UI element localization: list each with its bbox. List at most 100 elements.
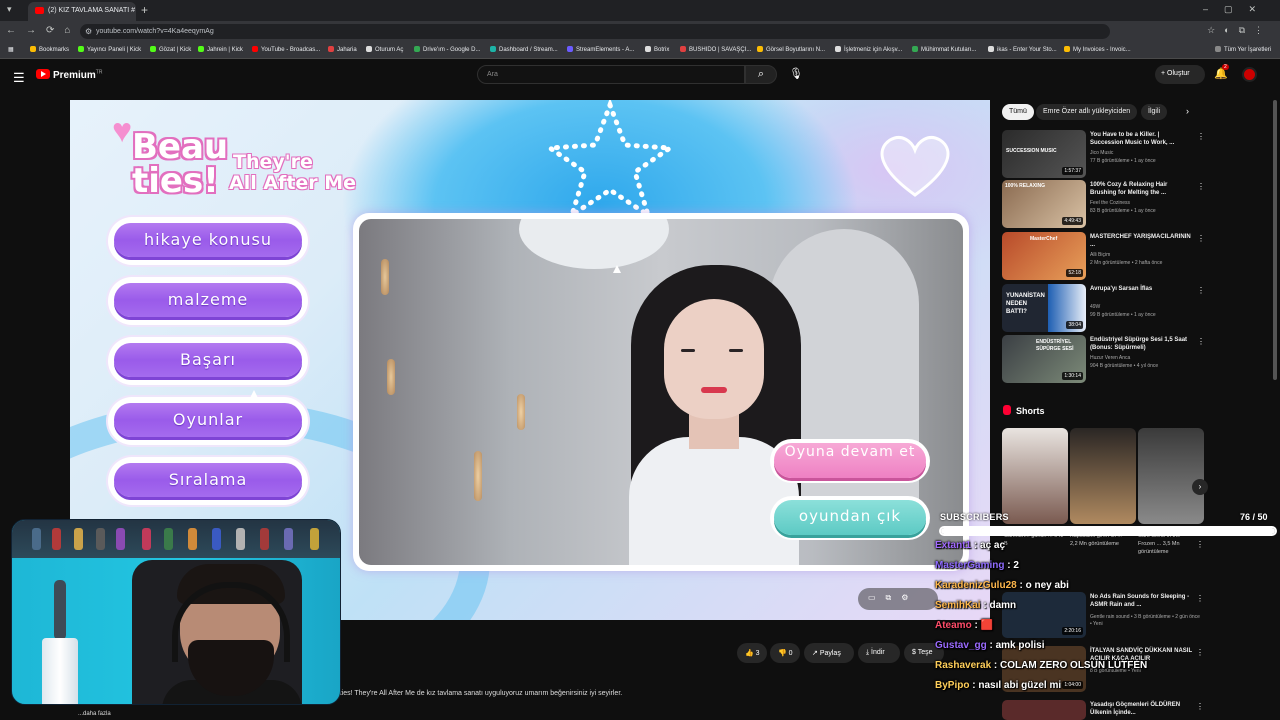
chip-related[interactable]: İlgili: [1141, 104, 1168, 120]
chat-message: Ateamo : 🟥: [935, 620, 994, 631]
share-button[interactable]: ↗ Paylaş: [804, 643, 854, 663]
more-options-icon[interactable]: ⋮: [1197, 182, 1205, 191]
bookmark-item[interactable]: Gözat | Kick: [150, 46, 191, 53]
chat-message: Extant1 : aç aç: [935, 540, 1006, 551]
subscriber-goal-count: 76 / 50: [1240, 512, 1268, 522]
youtube-play-icon: [36, 69, 50, 79]
menu-icon[interactable]: ☰: [13, 70, 25, 86]
bookmark-item[interactable]: Bookmarks: [30, 46, 69, 53]
apps-icon[interactable]: ▦: [8, 46, 14, 53]
youtube-favicon-icon: [35, 7, 44, 14]
more-options-icon[interactable]: ⋮: [1196, 702, 1204, 711]
bookmark-item[interactable]: My Invoices - Invoic...: [1064, 46, 1131, 53]
account-avatar[interactable]: [1242, 67, 1257, 82]
video-thumbnail: ENDÜSTRİYEL SÜPÜRGE SESİ 1:30:14: [1002, 335, 1086, 383]
chip-uploader[interactable]: Emre Özer adlı yükleyiciden: [1036, 104, 1138, 120]
exit-game-button[interactable]: oyundan çık: [770, 496, 930, 540]
bookmark-item[interactable]: BUSHIDO | SAVAŞÇI...: [680, 46, 751, 53]
bookmark-item[interactable]: İşletmeniz için Akışv...: [835, 46, 902, 53]
video-thumbnail: MasterChef 52:18: [1002, 232, 1086, 280]
video-thumbnail: [1002, 700, 1086, 720]
video-thumbnail: 100% RELAXING 4:49:43: [1002, 180, 1086, 228]
url-field[interactable]: ⚙ youtube.com/watch?v=4Ka4eeqymAg: [80, 24, 1110, 39]
more-options-icon[interactable]: ⋮: [1197, 286, 1205, 295]
bookmarks-bar: ▦ Bookmarks Yayıncı Paneli | Kick Gözat …: [0, 41, 1280, 59]
chat-message: Gustav_gg : amk polisi: [935, 640, 1045, 651]
mouse-cursor: [613, 265, 621, 273]
thumbs-down-icon: 👎: [778, 650, 789, 657]
menu-games-button[interactable]: Oyunlar: [108, 397, 308, 445]
bookmark-item[interactable]: Drive'ım - Google D...: [414, 46, 481, 53]
menu-achievement-button[interactable]: Başarı: [108, 337, 308, 385]
bookmark-item[interactable]: Görsel Boyutlarını N...: [757, 46, 825, 53]
chevron-right-icon[interactable]: ›: [1192, 479, 1208, 495]
notifications-icon[interactable]: 🔔 2: [1214, 64, 1229, 80]
page-scrollbar[interactable]: [1273, 100, 1277, 380]
dotted-star-decor: [542, 100, 678, 220]
short-item[interactable]: [1070, 428, 1136, 524]
menu-story-button[interactable]: hikaye konusu: [108, 217, 308, 265]
bookmark-item[interactable]: Mühimmat Kutuları...: [912, 46, 976, 53]
bookmark-item[interactable]: Botrix: [645, 46, 669, 53]
dislike-button[interactable]: 👎 0: [770, 643, 800, 663]
search-button[interactable]: ⌕: [745, 65, 777, 84]
notification-count: 2: [1222, 64, 1229, 70]
recommendation-item[interactable]: 100% RELAXING 4:49:43 100% Cozy & Relaxi…: [1002, 180, 1205, 228]
subscriber-goal-bar: [939, 526, 1277, 536]
voice-search-icon[interactable]: 🎙: [789, 67, 803, 80]
recommendation-item[interactable]: MasterChef 52:18 MASTERCHEF YARIŞMACILAR…: [1002, 232, 1205, 280]
bookmark-item[interactable]: Oturum Aç: [366, 46, 403, 53]
more-options-icon[interactable]: ⋮: [1197, 337, 1205, 346]
youtube-header: ☰ PremiumTR Ara ⌕ 🎙 + Oluştur 🔔 2: [0, 59, 1280, 95]
all-bookmarks[interactable]: Tüm Yer İşaretleri: [1215, 46, 1271, 53]
chat-message: SemihKai : damn: [935, 600, 1017, 611]
nav-buttons[interactable]: ←→⟳⌂: [6, 25, 80, 36]
like-button[interactable]: 👍 3: [737, 643, 767, 663]
tab-search-icon[interactable]: ▾: [7, 4, 12, 15]
window-controls[interactable]: –▢✕: [1203, 4, 1272, 15]
bookmark-item[interactable]: YouTube - Broadcas...: [252, 46, 320, 53]
bookmark-item[interactable]: ikas - Enter Your Sto...: [988, 46, 1057, 53]
shorts-icon: [1003, 405, 1011, 415]
player-controls[interactable]: ▭⧉⚙: [858, 588, 938, 610]
thumbs-up-icon: 👍: [745, 650, 756, 657]
subscriber-goal-label: SUBSCRIBERS: [940, 512, 1009, 522]
streamer-webcam: [11, 519, 341, 705]
bookmark-item[interactable]: Jaharia: [328, 46, 357, 53]
chevron-right-icon[interactable]: ›: [1186, 106, 1189, 116]
extension-icons[interactable]: ☆◐⧉⋮: [1207, 25, 1272, 36]
show-more-link[interactable]: ...daha fazla: [78, 711, 111, 717]
new-tab-button[interactable]: +: [141, 3, 148, 17]
create-button[interactable]: + Oluştur: [1155, 65, 1205, 84]
short-item[interactable]: [1138, 428, 1204, 524]
recommendation-item[interactable]: YUNANİSTAN NEDEN BATTI? 38:04 Avrupa'yı …: [1002, 284, 1205, 332]
chat-message: ByPipo : nasıl abi güzel mi: [935, 680, 1062, 691]
site-info-icon[interactable]: ⚙: [85, 27, 92, 36]
recommendation-item[interactable]: Yasadışı Göçmenleri ÖLDÜREN Ülkenin İçin…: [1002, 700, 1202, 720]
mouse-cursor: [250, 390, 258, 398]
heart-icon: ♥: [112, 112, 133, 150]
menu-material-button[interactable]: malzeme: [108, 277, 308, 325]
recommendation-item[interactable]: SUCCESSION MUSIC 1:57:37 You Have to be …: [1002, 130, 1205, 178]
search-input[interactable]: Ara: [477, 65, 745, 84]
more-options-icon[interactable]: ⋮: [1197, 132, 1205, 141]
share-icon: ↗: [812, 650, 820, 657]
chip-all[interactable]: Tümü: [1002, 104, 1034, 120]
bookmark-item[interactable]: StreamElements - A...: [567, 46, 634, 53]
bookmark-item[interactable]: Yayıncı Paneli | Kick: [78, 46, 141, 53]
browser-tab-bar: ▾ (2) KIZ TAVLAMA SANATI # + –▢✕: [0, 0, 1280, 21]
download-button[interactable]: ⤓ İndir: [858, 643, 900, 663]
bookmark-item[interactable]: Jahrein | Kick: [198, 46, 243, 53]
address-bar-row: ←→⟳⌂ ⚙ youtube.com/watch?v=4Ka4eeqymAg ☆…: [0, 21, 1280, 41]
menu-ranking-button[interactable]: Sıralama: [108, 457, 308, 505]
recommendation-item[interactable]: ENDÜSTRİYEL SÜPÜRGE SESİ 1:30:14 Endüstr…: [1002, 335, 1205, 383]
video-thumbnail: SUCCESSION MUSIC 1:57:37: [1002, 130, 1086, 178]
short-item[interactable]: [1002, 428, 1068, 524]
url-text: youtube.com/watch?v=4Ka4eeqymAg: [96, 28, 214, 35]
video-thumbnail: YUNANİSTAN NEDEN BATTI? 38:04: [1002, 284, 1086, 332]
youtube-logo[interactable]: PremiumTR: [36, 69, 102, 81]
continue-game-button[interactable]: Oyuna devam et: [770, 439, 930, 483]
more-options-icon[interactable]: ⋮: [1197, 234, 1205, 243]
browser-tab[interactable]: (2) KIZ TAVLAMA SANATI #: [28, 2, 136, 21]
bookmark-item[interactable]: Dashboard / Stream...: [490, 46, 558, 53]
